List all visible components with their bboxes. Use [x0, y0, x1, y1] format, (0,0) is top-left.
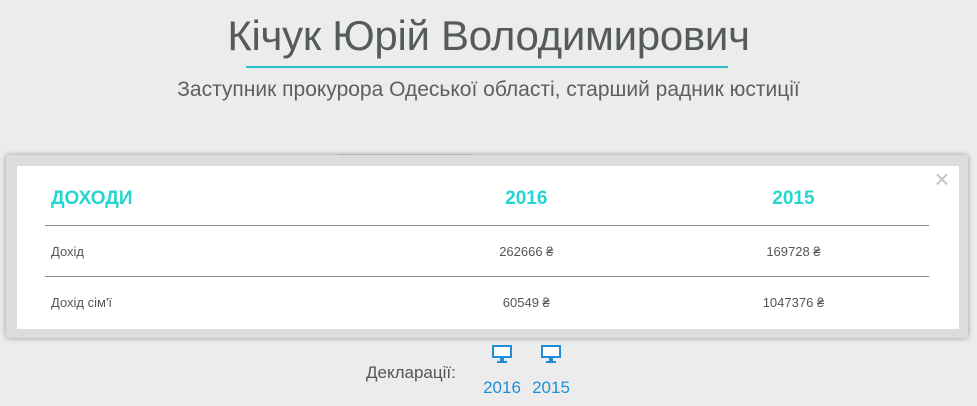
income-modal: × ДОХОДИ 2016 2015 Дохід 262666 ₴ 169728… [6, 155, 968, 338]
declaration-link-2016[interactable]: 2016 [480, 344, 524, 398]
declarations-label: Декларації: [366, 363, 456, 382]
declaration-year[interactable]: 2016 [480, 378, 524, 398]
table-row: Дохід 262666 ₴ 169728 ₴ [45, 225, 929, 277]
header-year-2015: 2015 [657, 172, 929, 226]
declaration-year[interactable]: 2015 [529, 378, 573, 398]
value-2015: 169728 ₴ [657, 225, 929, 277]
close-button[interactable]: × [931, 166, 953, 192]
declaration-link-2015[interactable]: 2015 [529, 344, 573, 398]
row-label: Дохід [45, 225, 395, 277]
person-position: Заступник прокурора Одеської області, ст… [177, 78, 800, 101]
income-modal-content: × ДОХОДИ 2016 2015 Дохід 262666 ₴ 169728… [17, 166, 959, 329]
table-header-row: ДОХОДИ 2016 2015 [45, 172, 929, 226]
header-year-2016: 2016 [394, 172, 658, 226]
monitor-icon [541, 345, 561, 363]
name-underline [246, 66, 728, 68]
monitor-icon [492, 345, 512, 363]
value-2016: 60549 ₴ [502, 294, 550, 310]
person-name: Кічук Юрій Володимирович [227, 12, 750, 59]
value-2016: 262666 ₴ [394, 225, 658, 277]
table-row: Дохід сім'ї 60549 ₴ 1047376 ₴ [45, 277, 929, 328]
value-2015: 1047376 ₴ [762, 294, 825, 310]
row-label: Дохід сім'ї [51, 294, 113, 310]
header-incomes: ДОХОДИ [45, 172, 395, 226]
income-table: ДОХОДИ 2016 2015 Дохід 262666 ₴ 169728 ₴… [45, 172, 929, 327]
